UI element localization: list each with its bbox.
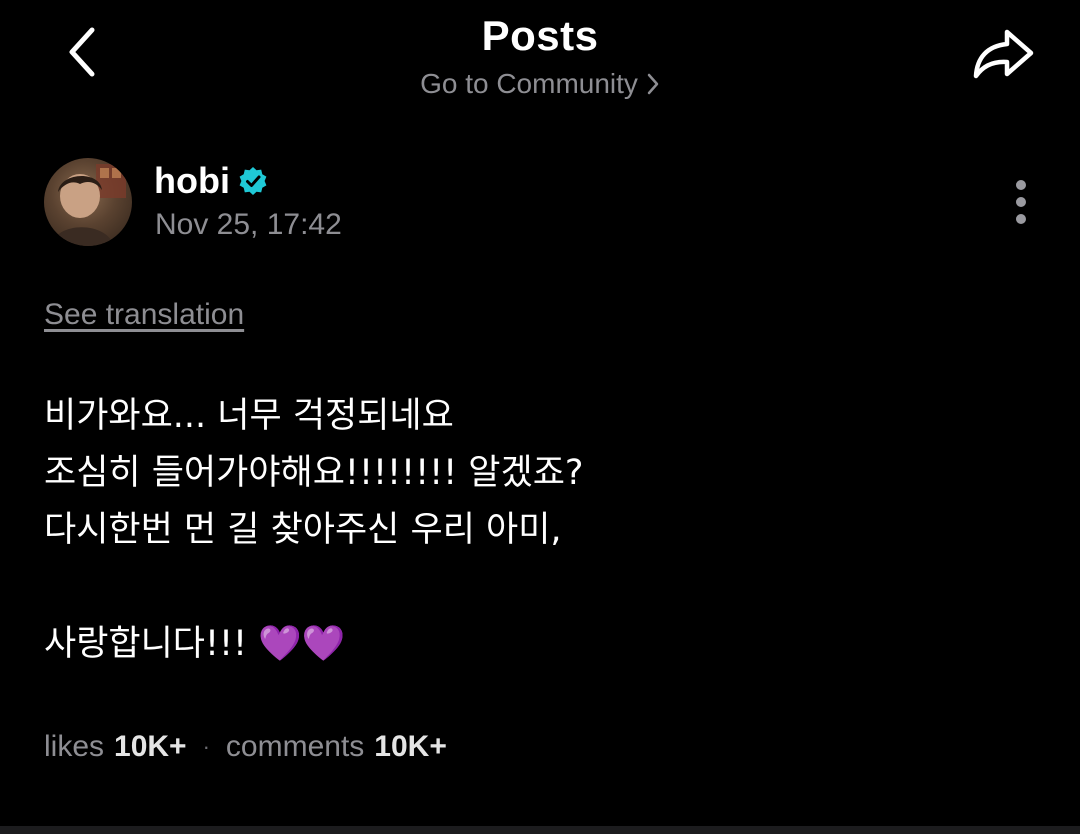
- likes-count: 10K+: [114, 730, 187, 763]
- more-vertical-icon: [1016, 180, 1026, 224]
- comments-label: comments: [225, 730, 365, 763]
- post-stats: likes 10K+ · comments 10K+: [44, 730, 447, 764]
- comments-count: 10K+: [374, 730, 447, 763]
- go-to-community-link[interactable]: Go to Community: [0, 68, 1080, 100]
- author-name-row: hobi: [154, 160, 268, 202]
- post-author: hobi Nov 25, 17:42: [44, 158, 1044, 248]
- see-translation-link[interactable]: See translation: [44, 298, 244, 332]
- stats-separator: ·: [202, 734, 210, 759]
- comments-stat[interactable]: comments 10K+: [226, 730, 447, 764]
- more-options-button[interactable]: [999, 172, 1043, 232]
- verified-badge-icon: [239, 167, 267, 195]
- top-bar: Posts Go to Community: [0, 0, 1080, 120]
- post-timestamp: Nov 25, 17:42: [155, 208, 342, 241]
- avatar-image: [52, 164, 126, 246]
- avatar[interactable]: [44, 158, 132, 246]
- community-link-label: Go to Community: [420, 68, 638, 99]
- share-arrow-icon: [973, 29, 1034, 79]
- likes-stat[interactable]: likes 10K+: [44, 730, 187, 764]
- share-button[interactable]: [968, 22, 1038, 86]
- author-name[interactable]: hobi: [154, 160, 230, 202]
- post-body-text: 비가와요... 너무 걱정되네요 조심히 들어가야해요!!!!!!!! 알겠죠?…: [44, 396, 584, 664]
- section-divider: [0, 826, 1080, 834]
- page-title: Posts: [481, 12, 599, 59]
- chevron-right-icon: [647, 73, 659, 95]
- likes-label: likes: [44, 730, 105, 763]
